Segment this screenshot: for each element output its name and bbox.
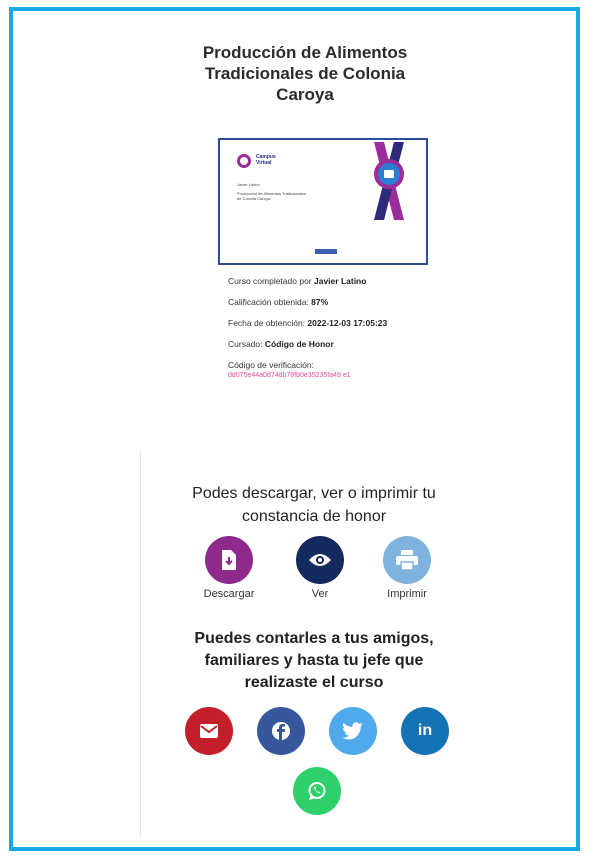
certificate-course-line: de Colonia Caroya bbox=[237, 196, 271, 201]
facebook-icon bbox=[272, 722, 290, 740]
eye-icon[interactable] bbox=[296, 536, 344, 584]
download-file-icon[interactable] bbox=[205, 536, 253, 584]
linkedin-icon: in bbox=[417, 722, 433, 739]
share-whatsapp-button[interactable] bbox=[293, 767, 341, 815]
share-linkedin-button[interactable]: in bbox=[401, 707, 449, 755]
title-line: Podes descargar, ver o imprimir tu bbox=[192, 485, 436, 502]
whatsapp-icon bbox=[308, 782, 326, 800]
certificate-brand: Campus Virtual bbox=[256, 154, 276, 166]
detail-label: Calificación obtenida: bbox=[228, 297, 312, 307]
certificate-student-name: Javier Latino bbox=[237, 182, 260, 187]
detail-label: Cursado: bbox=[228, 339, 265, 349]
email-icon bbox=[200, 724, 218, 738]
detail-value: 2022-12-03 17:05:23 bbox=[307, 318, 388, 328]
detail-label: Código de verificación: bbox=[228, 360, 314, 370]
detail-label: Curso completado por bbox=[228, 276, 314, 286]
view-label: Ver bbox=[311, 588, 329, 600]
share-twitter-button[interactable] bbox=[329, 707, 377, 755]
certificate-ribbon-icon bbox=[374, 142, 404, 220]
title-line: realizaste el curso bbox=[244, 674, 384, 691]
brand-line: Virtual bbox=[256, 160, 272, 166]
download-label: Descargar bbox=[203, 588, 255, 600]
track: Cursado: Código de Honor bbox=[228, 338, 428, 350]
content-divider bbox=[140, 452, 141, 837]
issue-date: Fecha de obtención: 2022-12-03 17:05:23 bbox=[228, 317, 428, 329]
certificate-text: Javier Latino Producción de Alimentos Tr… bbox=[237, 182, 347, 201]
certificate-details: Curso completado por Javier Latino Calif… bbox=[228, 275, 428, 381]
share-email-button[interactable] bbox=[185, 707, 233, 755]
printer-icon[interactable] bbox=[383, 536, 431, 584]
campus-virtual-logo-icon bbox=[237, 154, 251, 168]
certificate-preview[interactable]: Campus Virtual Javier Latino Producción … bbox=[218, 138, 428, 265]
course-title-line: Caroya bbox=[276, 85, 334, 104]
print-label: Imprimir bbox=[387, 588, 427, 600]
completed-by: Curso completado por Javier Latino bbox=[228, 275, 428, 287]
twitter-icon bbox=[342, 722, 363, 740]
course-title-line: Producción de Alimentos bbox=[202, 43, 408, 62]
verification-code-link[interactable]: dd075e44a0d74db78fb0e35235fa49 e1 bbox=[228, 371, 428, 381]
download-section-title: Podes descargar, ver o imprimir tu const… bbox=[150, 482, 478, 528]
course-title: Producción de Alimentos Tradicionales de… bbox=[155, 42, 455, 105]
share-section-title: Puedes contarles a tus amigos, familiare… bbox=[150, 628, 478, 694]
print-button[interactable]: Imprimir bbox=[367, 536, 447, 600]
grade: Calificación obtenida: 87% bbox=[228, 296, 428, 308]
title-line: Puedes contarles a tus amigos, bbox=[194, 630, 434, 647]
title-line: familiares y hasta tu jefe que bbox=[204, 652, 424, 669]
certificate-footer-logo-icon bbox=[315, 249, 337, 254]
certificate-panel: Producción de Alimentos Tradicionales de… bbox=[155, 30, 455, 434]
detail-value: Javier Latino bbox=[314, 276, 367, 286]
course-title-line: Tradicionales de Colonia bbox=[204, 64, 406, 83]
title-line: constancia de honor bbox=[241, 508, 387, 525]
download-button[interactable]: Descargar bbox=[189, 536, 269, 600]
detail-label: Fecha de obtención: bbox=[228, 318, 308, 328]
detail-value: Código de Honor bbox=[264, 339, 334, 349]
share-facebook-button[interactable] bbox=[257, 707, 305, 755]
verification: Código de verificación: dd075e44a0d74db7… bbox=[228, 359, 428, 381]
detail-value: 87% bbox=[311, 297, 329, 307]
view-button[interactable]: Ver bbox=[280, 536, 360, 600]
